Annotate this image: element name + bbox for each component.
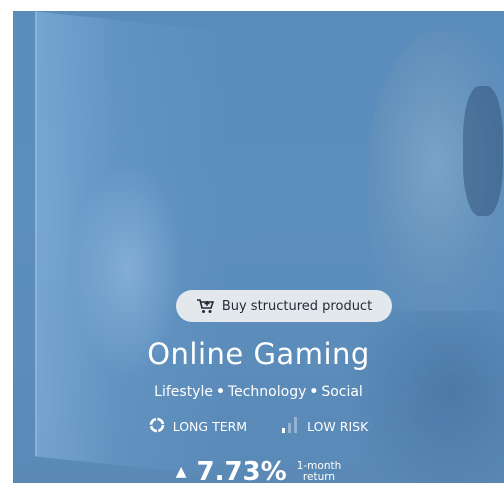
tag-item: Social (321, 384, 363, 400)
tag-item: Technology (227, 384, 307, 400)
return-period-label: 1-month return (297, 461, 342, 483)
signal-bars-icon (281, 416, 299, 437)
category-tags: Lifestyle • Technology • Social (13, 384, 504, 400)
tag-separator: • (215, 384, 225, 400)
background-headphone-image (463, 86, 503, 216)
risk-label: LOW RISK (307, 419, 369, 434)
buy-button-label: Buy structured product (221, 298, 373, 314)
buy-structured-product-button[interactable]: Buy structured product (176, 290, 392, 322)
term-label: LONG TERM (172, 419, 248, 434)
return-label-line2: return (302, 471, 336, 483)
term-indicator: LONG TERM (149, 417, 247, 436)
up-arrow-icon: ▲ (175, 464, 187, 480)
circle-progress-icon (149, 417, 165, 436)
product-title: Online Gaming (147, 337, 370, 371)
return-display: ▲ 7.73% 1-month return (13, 457, 504, 483)
tag-separator: • (309, 384, 319, 400)
tag-item: Lifestyle (154, 384, 213, 400)
cart-icon (196, 298, 214, 314)
product-card[interactable]: Buy structured product Online Gaming Lif… (13, 11, 504, 483)
return-value: 7.73% (196, 457, 287, 483)
risk-indicator: LOW RISK (281, 416, 368, 437)
product-meta: LONG TERM LOW RISK (13, 416, 504, 437)
